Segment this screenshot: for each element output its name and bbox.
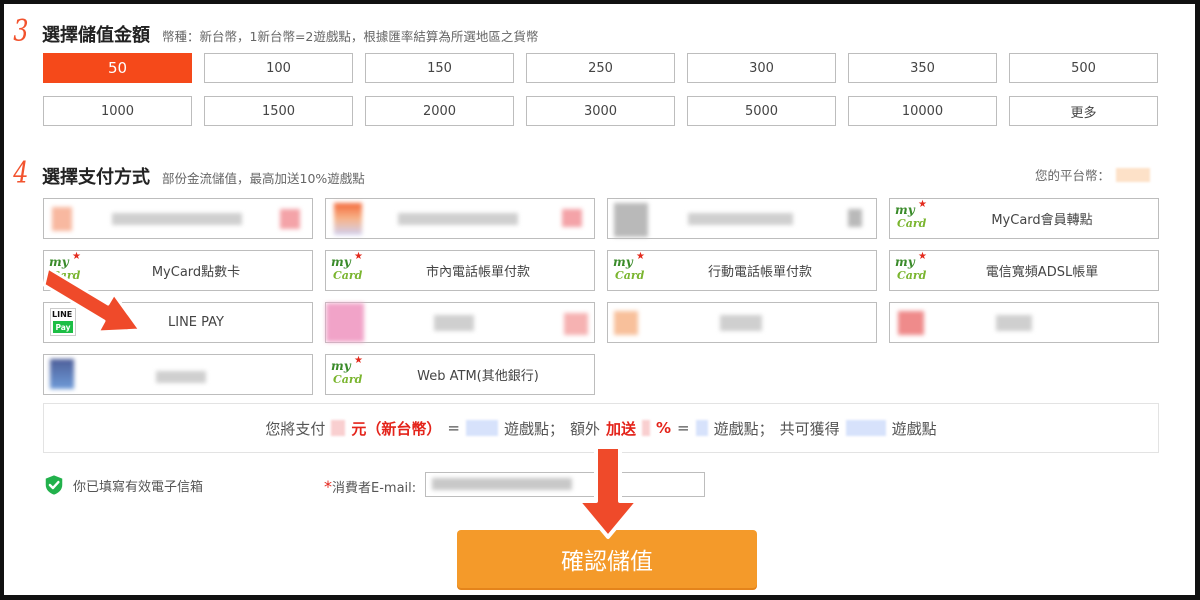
summary-text: 您將支付 — [265, 419, 326, 438]
arrow-to-confirm-icon — [576, 445, 640, 539]
total-points-redacted — [845, 420, 886, 436]
payment-option-webatm[interactable]: my Card ★ Web ATM(其他銀行) — [325, 354, 595, 395]
points-redacted — [465, 420, 498, 436]
payment-label: 行動電話帳單付款 — [707, 265, 812, 280]
mycard-logo: my Card ★ — [331, 355, 363, 386]
payment-label-redacted — [398, 213, 518, 225]
payment-option-mycard-transfer[interactable]: my Card ★ MyCard會員轉點 — [889, 198, 1159, 239]
arrow-to-linepay-icon — [42, 266, 142, 334]
payment-grid: my Card ★ MyCard會員轉點 my Card ★ MyCard點數卡… — [43, 198, 1159, 395]
payment-logo-redacted — [52, 207, 72, 231]
summary-percent: % — [656, 419, 672, 437]
payment-badge-redacted — [848, 209, 862, 227]
payment-label-redacted — [434, 315, 474, 331]
mycard-logo: my Card ★ — [895, 251, 927, 282]
amount-button-2000[interactable]: 2000 — [365, 96, 514, 126]
email-valid-notice: 你已填寫有效電子信箱 — [43, 474, 203, 496]
payment-logo-redacted — [614, 203, 648, 237]
amount-button-300[interactable]: 300 — [687, 53, 836, 83]
amount-button-350[interactable]: 350 — [848, 53, 997, 83]
platform-balance: 您的平台幣： — [1035, 165, 1150, 184]
pay-amount-redacted — [331, 420, 346, 436]
email-label: *消費者E-mail: — [324, 477, 416, 496]
payment-badge-redacted — [564, 313, 588, 335]
summary-text: 遊戲點； — [713, 419, 774, 438]
required-mark: * — [324, 477, 332, 496]
payment-logo-redacted — [50, 359, 74, 389]
payment-label-redacted — [112, 213, 242, 225]
summary-text: 額外 — [569, 419, 600, 438]
step3-note: 幣種：新台幣，1新台幣=2遊戲點，根據匯率結算為所選地區之貨幣 — [162, 29, 539, 44]
payment-label-redacted — [688, 213, 793, 225]
summary-currency: 元（新台幣） — [351, 419, 442, 438]
amount-button-10000[interactable]: 10000 — [848, 96, 997, 126]
payment-label-redacted — [156, 371, 206, 383]
payment-option-redacted-3[interactable] — [607, 198, 877, 239]
payment-label-redacted — [720, 315, 762, 331]
mycard-logo: my Card ★ — [895, 199, 927, 230]
amount-button-50[interactable]: 50 — [43, 53, 192, 83]
step3-header: 3 選擇儲值金額 幣種：新台幣，1新台幣=2遊戲點，根據匯率結算為所選地區之貨幣 — [10, 14, 538, 49]
payment-label-redacted — [996, 315, 1032, 331]
payment-option-redacted-4[interactable] — [325, 302, 595, 343]
payment-logo-redacted — [898, 311, 924, 335]
payment-badge-redacted — [280, 209, 300, 229]
payment-label: 市內電話帳單付款 — [425, 265, 530, 280]
payment-option-redacted-6[interactable] — [889, 302, 1159, 343]
payment-option-redacted-2[interactable] — [325, 198, 595, 239]
bonus-points-redacted — [695, 420, 708, 436]
payment-option-landline[interactable]: my Card ★ 市內電話帳單付款 — [325, 250, 595, 291]
step3-number: 3 — [13, 14, 29, 49]
bonus-percent-redacted — [642, 420, 650, 436]
amount-button-500[interactable]: 500 — [1009, 53, 1158, 83]
amount-button-150[interactable]: 150 — [365, 53, 514, 83]
payment-logo-redacted — [334, 203, 362, 235]
step4-number: 4 — [13, 156, 29, 191]
mycard-logo: my Card ★ — [613, 251, 645, 282]
amount-button-5000[interactable]: 5000 — [687, 96, 836, 126]
payment-badge-redacted — [562, 209, 582, 227]
amount-button-100[interactable]: 100 — [204, 53, 353, 83]
summary-text: 遊戲點； — [503, 419, 564, 438]
step4-header: 4 選擇支付方式 部份金流儲值，最高加送10%遊戲點 — [10, 156, 365, 191]
payment-option-mobile[interactable]: my Card ★ 行動電話帳單付款 — [607, 250, 877, 291]
payment-label: 電信寬頻ADSL帳單 — [985, 265, 1099, 280]
email-value-redacted — [432, 478, 572, 490]
payment-option-redacted-1[interactable] — [43, 198, 313, 239]
payment-logo-redacted — [614, 311, 638, 335]
step3-title: 選擇儲值金額 — [42, 25, 150, 46]
summary-text: 共可獲得 — [779, 419, 840, 438]
amount-button-1000[interactable]: 1000 — [43, 96, 192, 126]
amount-button-more[interactable]: 更多 — [1009, 96, 1158, 126]
summary-bonus: 加送 — [605, 419, 636, 438]
amount-button-250[interactable]: 250 — [526, 53, 675, 83]
summary-equals: = — [677, 419, 690, 437]
payment-option-adsl[interactable]: my Card ★ 電信寬頻ADSL帳單 — [889, 250, 1159, 291]
amount-button-1500[interactable]: 1500 — [204, 96, 353, 126]
balance-label: 您的平台幣： — [1034, 168, 1110, 183]
step4-note: 部份金流儲值，最高加送10%遊戲點 — [162, 171, 365, 186]
payment-logo-redacted — [326, 303, 364, 342]
amount-button-3000[interactable]: 3000 — [526, 96, 675, 126]
payment-option-redacted-5[interactable] — [607, 302, 877, 343]
email-label-text: 消費者E-mail: — [332, 481, 417, 496]
mycard-logo: my Card ★ — [331, 251, 363, 282]
payment-label: Web ATM(其他銀行) — [417, 369, 539, 384]
check-icon — [45, 475, 63, 495]
payment-option-redacted-7[interactable] — [43, 354, 313, 395]
step4-title: 選擇支付方式 — [42, 167, 150, 188]
amount-grid: 50 100 150 250 300 350 500 1000 1500 200… — [43, 53, 1159, 126]
balance-value-redacted — [1116, 167, 1150, 182]
summary-equals: = — [447, 419, 460, 437]
summary-text: 遊戲點 — [891, 419, 937, 438]
email-valid-text: 你已填寫有效電子信箱 — [73, 479, 204, 495]
payment-label: MyCard會員轉點 — [991, 213, 1093, 228]
